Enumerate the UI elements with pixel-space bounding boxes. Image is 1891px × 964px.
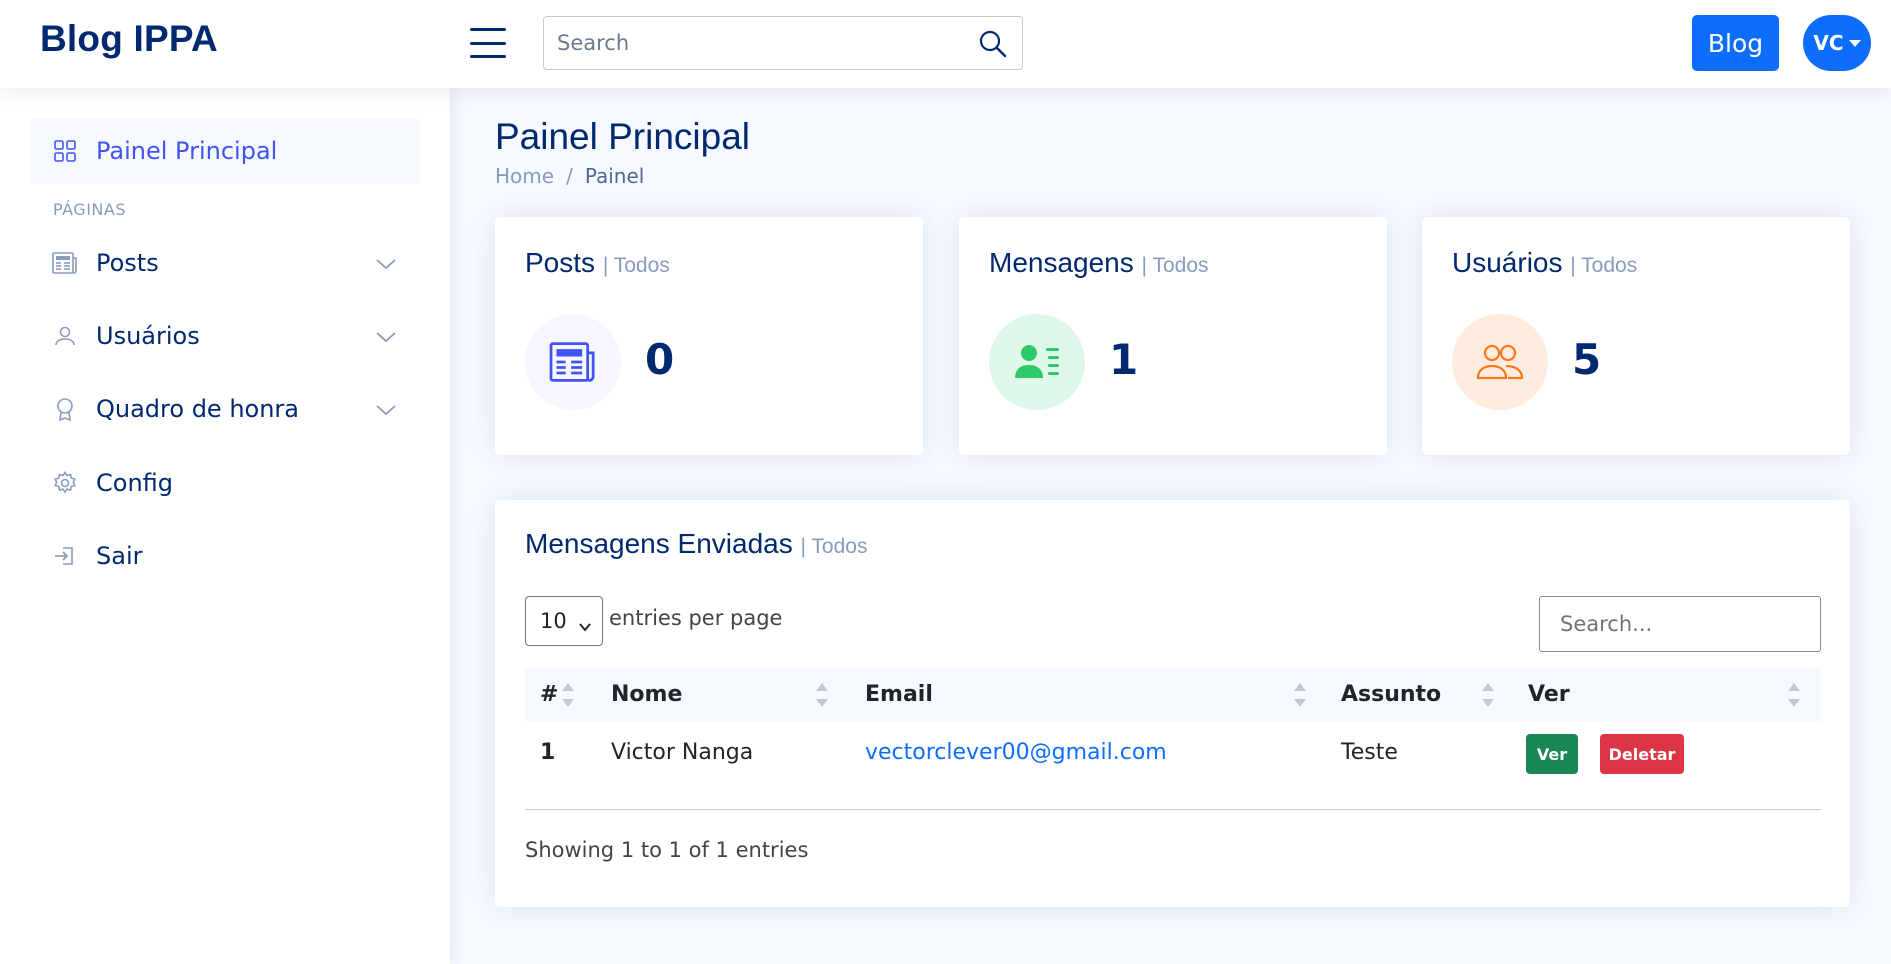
blog-button[interactable]: Blog [1692,15,1779,71]
chevron-down-icon [374,252,398,276]
messages-table-card: Mensagens Enviadas | Todos 10 entries pe… [495,500,1850,907]
cell-nome: Victor Nanga [611,739,754,765]
breadcrumb: Home / Painel [495,164,644,188]
sidebar-item-label: Config [96,469,174,497]
sidebar-item-quadro-de-honra[interactable]: Quadro de honra [30,376,420,442]
card-value: 5 [1572,335,1602,384]
column-header-ver[interactable]: Ver [1528,667,1570,722]
site-logo[interactable]: Blog IPPA [40,18,218,60]
card-title-text: Mensagens Enviadas [525,528,793,559]
people-icon [1452,314,1548,410]
table-divider [525,809,1821,810]
avatar-initials: VC [1813,31,1844,55]
chevron-down-icon [578,615,592,639]
page-title-block: Painel Principal [495,116,750,158]
sidebar-item-config[interactable]: Config [30,450,420,516]
cell-assunto: Teste [1341,739,1398,765]
usuarios-card: Usuários | Todos 5 [1422,217,1850,455]
card-filter-label: | Todos [800,535,868,558]
entries-per-page-select[interactable]: 10 [525,596,603,646]
award-icon [52,396,78,422]
chevron-down-icon [374,325,398,349]
card-title-text: Posts [525,247,596,278]
breadcrumb-current: Painel [584,164,645,188]
mensagens-card: Mensagens | Todos 1 [959,217,1387,455]
sort-icon[interactable] [1787,683,1801,709]
cell-number: 1 [540,739,556,765]
sidebar-item-label: Posts [96,249,159,277]
entries-per-page-value: 10 [540,609,567,633]
sidebar-item-posts[interactable]: Posts [30,230,420,296]
sidebar-item-label: Painel Principal [96,137,278,165]
person-icon [52,323,78,349]
hamburger-line [470,41,506,45]
column-header-label: Ver [1528,682,1570,707]
card-title-text: Mensagens [989,247,1134,278]
card-filter-label: | Todos [602,254,670,277]
delete-message-button[interactable]: Deletar [1600,734,1684,774]
cell-email-link[interactable]: vectorclever00@gmail.com [865,722,1167,782]
breadcrumb-separator: / [566,164,573,188]
column-header-label: Email [865,682,933,707]
table-row: 1 Victor Nanga vectorclever00@gmail.com … [525,722,1821,782]
newspaper-icon [52,250,78,276]
posts-card: Posts | Todos 0 [495,217,923,455]
sidebar-item-sair[interactable]: Sair [30,523,420,589]
sidebar-item-label: Quadro de honra [96,395,300,423]
sidebar-section-heading: PÁGINAS [53,200,126,219]
card-title: Posts | Todos [525,247,670,279]
sort-icon[interactable] [1481,683,1495,709]
column-header-nome[interactable]: Nome [611,667,682,722]
sort-icon[interactable] [815,683,829,709]
table-search-input[interactable] [1539,596,1821,652]
hamburger-line [470,28,506,31]
card-filter-label: | Todos [1141,254,1209,277]
grid-icon [52,138,78,164]
search-icon[interactable] [976,27,1010,61]
card-value: 1 [1109,335,1139,384]
sidebar-item-dashboard[interactable]: Painel Principal [30,118,420,184]
column-header-assunto[interactable]: Assunto [1341,667,1441,722]
person-lines-icon [989,314,1085,410]
table-info-text: Showing 1 to 1 of 1 entries [525,838,809,862]
sign-in-icon [52,543,78,569]
entries-per-page-label: entries per page [609,606,783,630]
header-search-form [543,16,1023,70]
header-search-input[interactable] [544,17,964,69]
card-value: 0 [645,335,675,384]
hamburger-line [470,55,506,58]
card-title-text: Usuários [1452,247,1563,278]
caret-down-icon [1848,39,1861,47]
column-header-label: # [540,682,559,707]
top-header: Blog IPPA Blog VC [0,0,1891,88]
table-header: # Nome Email Assunto Ver [525,667,1821,722]
sidebar-item-label: Usuários [96,322,200,350]
card-title: Usuários | Todos [1452,247,1637,279]
column-header-number[interactable]: # [540,667,558,722]
column-header-email[interactable]: Email [865,667,933,722]
breadcrumb-home-link[interactable]: Home [495,164,554,188]
sidebar-item-usuarios[interactable]: Usuários [30,303,420,369]
newspaper-icon [525,314,621,410]
column-header-label: Nome [611,682,683,707]
view-message-button[interactable]: Ver [1526,734,1578,774]
chevron-down-icon [374,398,398,422]
card-filter-label: | Todos [1570,254,1638,277]
card-title: Mensagens | Todos [989,247,1209,279]
column-header-label: Assunto [1341,682,1442,707]
profile-dropdown-button[interactable]: VC [1803,15,1871,71]
toggle-sidebar-button[interactable] [470,28,506,58]
sort-icon[interactable] [1293,683,1307,709]
card-title: Mensagens Enviadas | Todos [525,528,867,560]
sort-icon[interactable] [561,683,575,709]
sidebar: Painel Principal PÁGINAS Posts Usuários … [0,88,450,964]
sidebar-item-label: Sair [96,542,143,570]
gear-icon [52,470,78,496]
page-title: Painel Principal [495,116,751,157]
